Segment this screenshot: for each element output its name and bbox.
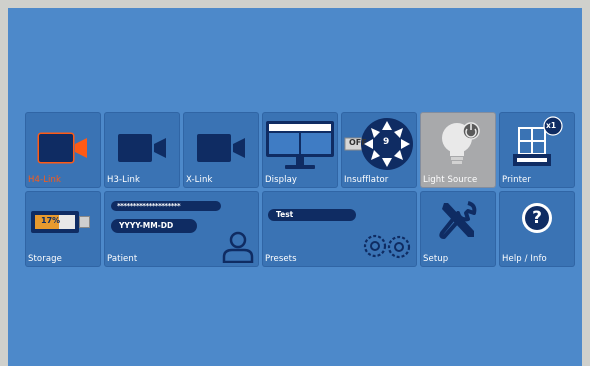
insufflator-icon: OFF 9 [343, 116, 415, 172]
patient-label: Patient [107, 254, 138, 264]
tile-patient[interactable]: ******************** YYYY-MM-DD Patient [104, 191, 259, 267]
tile-storage[interactable]: 17% Storage [25, 191, 101, 267]
monitor-icon [266, 121, 334, 169]
tile-printer[interactable]: x1 Printer [499, 112, 575, 188]
tile-setup[interactable]: Setup [420, 191, 496, 267]
patient-name-field: ******************** [111, 201, 221, 211]
tile-presets[interactable]: Test Presets [262, 191, 417, 267]
patient-dob-field: YYYY-MM-DD [111, 219, 197, 233]
main-screen: H4-Link H3-Link X-Link Display OFF 9 Ins… [8, 8, 582, 366]
tools-icon [439, 201, 477, 239]
help-info-label: Help / Info [502, 254, 547, 264]
gears-icon [363, 234, 411, 259]
preset-name-field: Test [268, 209, 356, 221]
patient-icon [222, 231, 254, 263]
setup-label: Setup [423, 254, 449, 264]
usb-storage-icon: 17% [31, 211, 91, 233]
insufflator-status: OFF [349, 138, 367, 147]
printer-copies-badge: x1 [546, 121, 557, 130]
tile-help-info[interactable]: ? Help / Info [499, 191, 575, 267]
device-frame: H4-Link H3-Link X-Link Display OFF 9 Ins… [0, 0, 590, 366]
x-link-label: X-Link [186, 175, 213, 185]
tile-display[interactable]: Display [262, 112, 338, 188]
light-source-label: Light Source [423, 175, 478, 185]
help-glyph: ? [532, 208, 542, 228]
question-icon: ? [522, 203, 552, 233]
tile-h4-link[interactable]: H4-Link [25, 112, 101, 188]
lightbulb-icon [442, 122, 480, 164]
camera-icon [39, 134, 87, 162]
camera-icon [118, 134, 166, 162]
tile-h3-link[interactable]: H3-Link [104, 112, 180, 188]
presets-label: Presets [265, 254, 297, 264]
h3-link-label: H3-Link [107, 175, 140, 185]
printer-icon [513, 116, 563, 166]
storage-capacity: 17% [41, 216, 61, 225]
h4-link-label: H4-Link [28, 175, 61, 185]
insufflator-label: Insufflator [344, 175, 389, 185]
printer-label: Printer [502, 175, 531, 185]
tile-light-source[interactable]: Light Source [420, 112, 496, 188]
storage-label: Storage [28, 254, 62, 264]
insufflator-value: 9 [383, 137, 390, 147]
tile-x-link[interactable]: X-Link [183, 112, 259, 188]
camera-icon [197, 134, 245, 162]
display-label: Display [265, 175, 298, 185]
tile-insufflator[interactable]: OFF 9 Insufflator [341, 112, 417, 188]
